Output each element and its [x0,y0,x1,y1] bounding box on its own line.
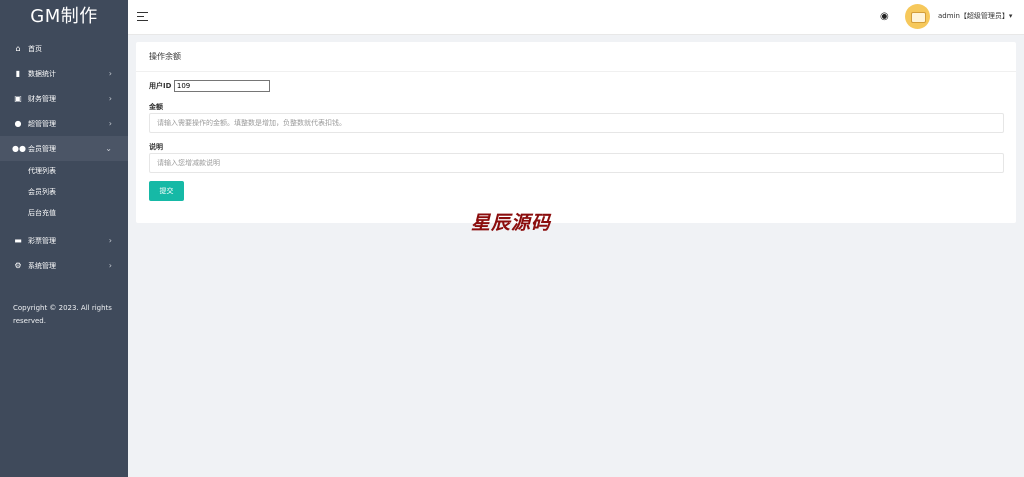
avatar-face-icon [911,12,926,23]
chevron-right-icon: › [108,94,112,103]
balance-form: 用户ID 金额 说明 提交 [136,72,1016,201]
amount-label: 金额 [149,103,163,111]
sidebar-item-label: 财务管理 [28,95,56,103]
menu-toggle-icon[interactable] [137,12,148,24]
user-menu[interactable]: admin【超级管理员】▾ [938,11,1012,21]
bank-icon: ▣ [14,94,22,103]
palette-icon[interactable]: ◉ [880,11,889,22]
chevron-down-icon: ⌄ [105,144,112,153]
chevron-right-icon: › [108,261,112,270]
sidebar: GM制作 ⌂ 首页 ▮ 数据统计 › ▣ 财务管理 › ● 超管管理 › ●● 会员管理 … [0,0,128,477]
balance-card: 操作余额 用户ID 金额 说明 提交 [136,42,1016,223]
top-bar: ◉ admin【超级管理员】▾ [128,0,1024,35]
avatar[interactable] [905,4,930,29]
gear-icon: ⚙ [14,261,22,270]
sidebar-item-label: 会员管理 [28,145,56,153]
user-id-label: 用户ID [149,82,172,90]
sidebar-menu: ⌂ 首页 ▮ 数据统计 › ▣ 财务管理 › ● 超管管理 › ●● 会员管理 ⌄ 代理列… [0,36,128,278]
amount-input[interactable] [149,113,1004,133]
sidebar-item-label: 超管管理 [28,120,56,128]
sidebar-item-system[interactable]: ⚙ 系统管理 › [0,253,128,278]
sidebar-item-statistics[interactable]: ▮ 数据统计 › [0,61,128,86]
users-icon: ●● [12,144,26,153]
note-label: 说明 [149,143,163,151]
sidebar-item-label: 首页 [28,45,42,53]
submenu-item-member-list[interactable]: 会员列表 [0,182,128,203]
chevron-right-icon: › [108,119,112,128]
submenu-item-agent-list[interactable]: 代理列表 [0,161,128,182]
home-icon: ⌂ [15,44,21,53]
sidebar-item-home[interactable]: ⌂ 首页 [0,36,128,61]
watermark-text: 星辰源码 [471,212,552,234]
sidebar-item-super-admin[interactable]: ● 超管管理 › [0,111,128,136]
sidebar-item-label: 彩票管理 [28,237,56,245]
submenu-item-backend-recharge[interactable]: 后台充值 [0,203,128,224]
user-icon: ● [14,119,22,128]
submit-button[interactable]: 提交 [149,181,184,201]
app-logo: GM制作 [30,6,98,27]
bar-chart-icon: ▮ [15,69,21,78]
sidebar-item-lottery[interactable]: ▬ 彩票管理 › [0,228,128,253]
user-id-input[interactable] [173,80,270,92]
copyright-text: Copyright © 2023. All rights reserved. [13,304,112,325]
note-input[interactable] [149,153,1004,173]
user-id-row: 用户ID [149,79,1016,93]
chevron-right-icon: › [108,69,112,78]
sidebar-item-label: 系统管理 [28,262,56,270]
gamepad-icon: ▬ [14,236,22,245]
sidebar-item-finance[interactable]: ▣ 财务管理 › [0,86,128,111]
card-title: 操作余额 [136,42,1016,72]
sidebar-item-members[interactable]: ●● 会员管理 ⌄ [0,136,128,161]
chevron-right-icon: › [108,236,112,245]
sidebar-item-label: 数据统计 [28,70,56,78]
